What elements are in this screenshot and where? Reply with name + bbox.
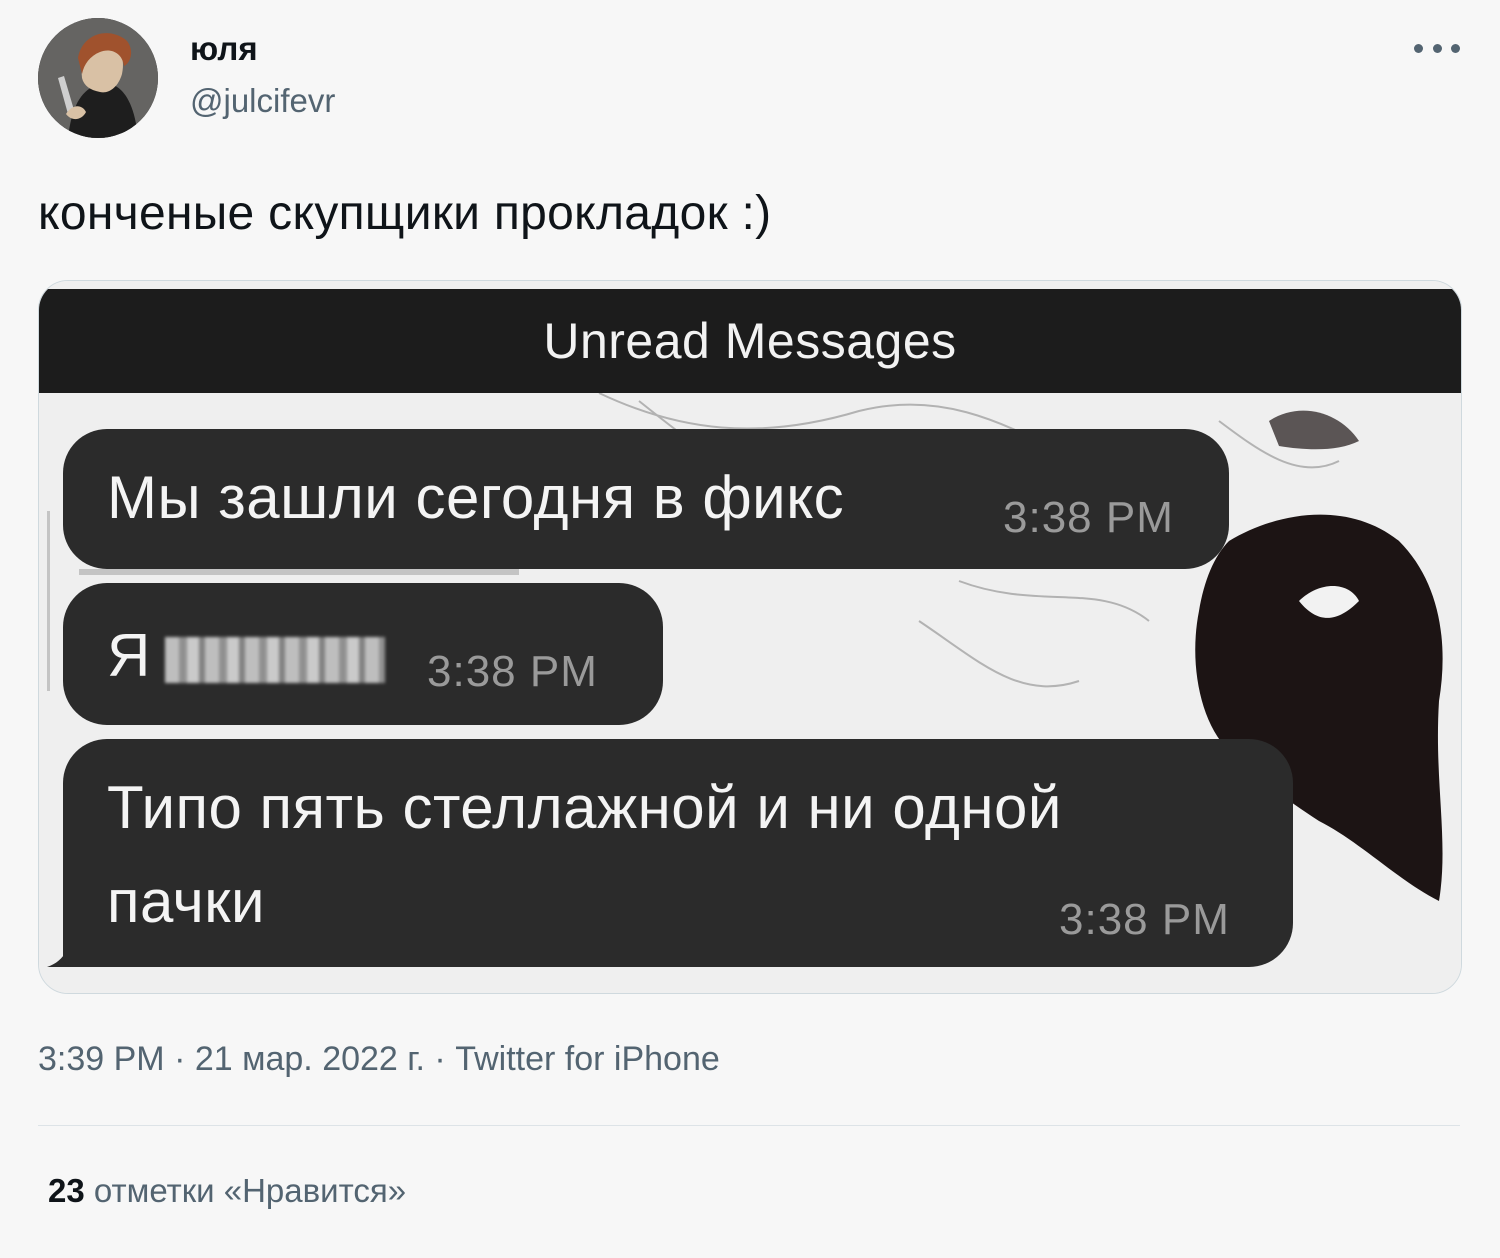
avatar[interactable] — [38, 18, 158, 138]
message-bubble: Мы зашли сегодня в фикс 3:38 PM — [63, 429, 1229, 569]
message-text-line2: пачки — [107, 868, 266, 935]
tweet-time[interactable]: 3:39 PM — [38, 1040, 165, 1078]
tweet-text: конченые скупщики прокладок :) — [38, 187, 772, 240]
message-time: 3:38 PM — [1003, 493, 1174, 542]
divider — [38, 1125, 1460, 1126]
redacted-word — [164, 637, 385, 684]
unread-messages-header: Unread Messages — [39, 289, 1461, 393]
avatar-illustration — [38, 18, 158, 138]
message-time: 3:38 PM — [427, 647, 598, 696]
message-text-line1: Типо пять стеллажной и ни одной — [107, 774, 1062, 841]
message-text: Мы зашли сегодня в фикс — [107, 464, 845, 531]
more-horizontal-icon[interactable] — [1414, 28, 1460, 68]
tweet-media[interactable]: Unread Messages Мы зашли сегодня в фикс … — [38, 280, 1462, 994]
message-time: 3:38 PM — [1059, 895, 1230, 944]
message-text: Я — [107, 621, 385, 690]
meta-separator: · — [164, 1040, 195, 1078]
likes-count[interactable]: 23 отметки «Нравится» — [48, 1172, 406, 1210]
likes-number: 23 — [48, 1172, 85, 1209]
message-bubble: Типо пять стеллажной и ни одной пачки 3:… — [63, 739, 1293, 967]
user-handle[interactable]: @julcifevr — [190, 82, 335, 120]
dot — [1451, 43, 1460, 53]
tweet-source[interactable]: Twitter for iPhone — [455, 1040, 720, 1078]
display-name[interactable]: юля — [190, 30, 258, 68]
tweet-meta: 3:39 PM · 21 мар. 2022 г. · Twitter for … — [38, 1040, 720, 1079]
likes-label: отметки «Нравится» — [84, 1172, 407, 1209]
meta-separator: · — [424, 1040, 456, 1078]
dot — [1432, 43, 1442, 53]
dot — [1414, 43, 1423, 53]
message-text-prefix: Я — [107, 622, 151, 689]
tweet-date[interactable]: 21 мар. 2022 г. — [195, 1040, 425, 1078]
message-bubble: Я 3:38 PM — [63, 583, 663, 725]
